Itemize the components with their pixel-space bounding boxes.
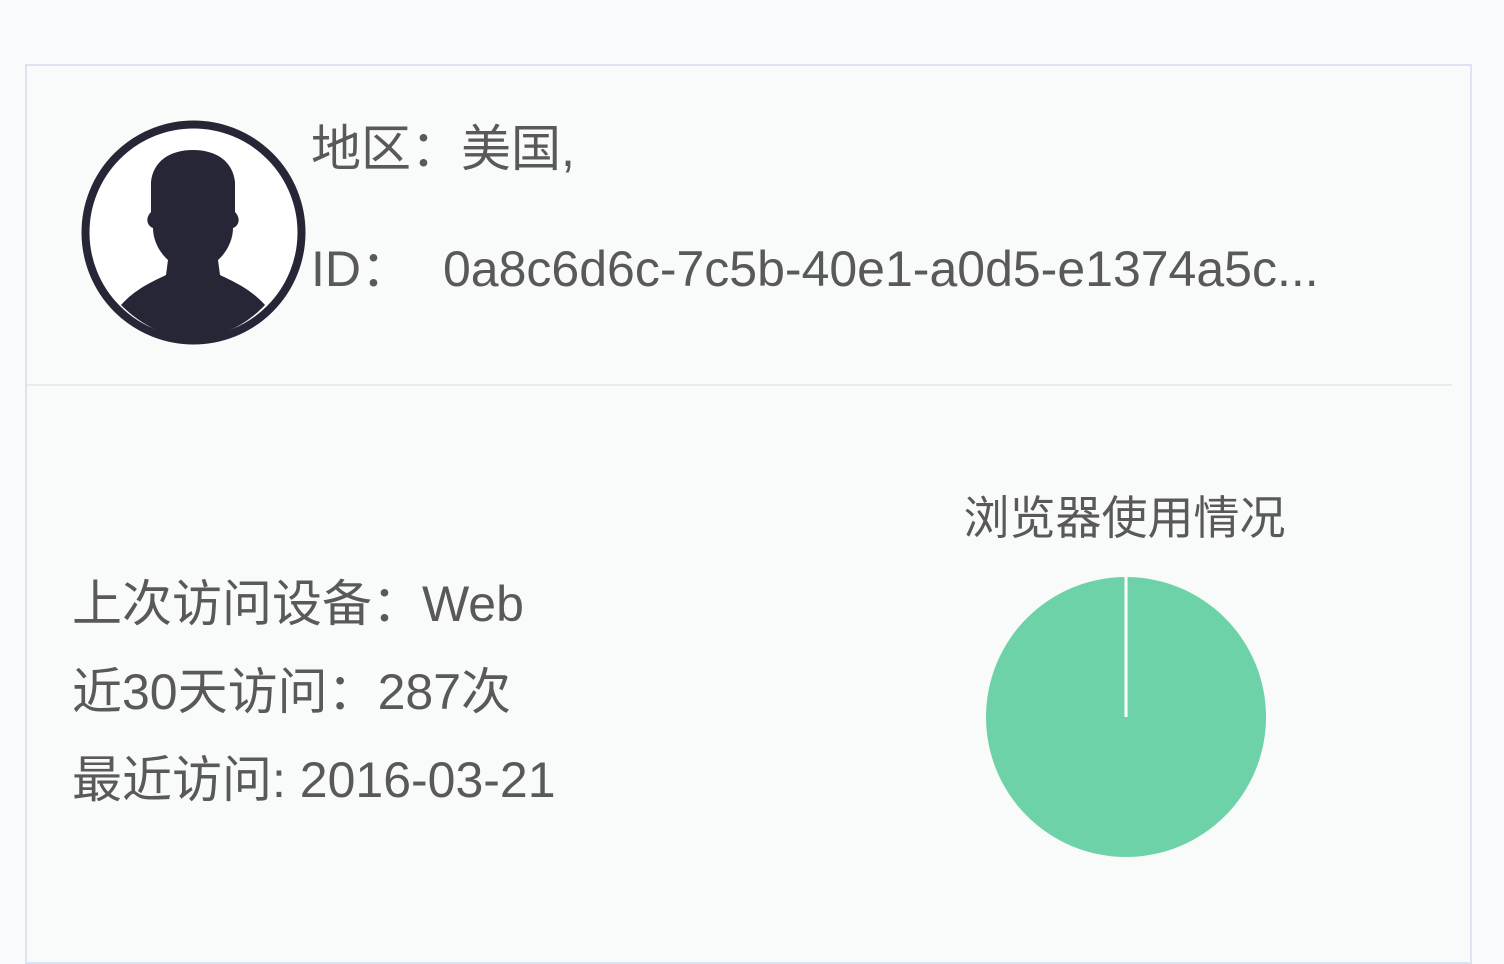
last-visit-text: 最近访问: 2016-03-21 <box>72 752 556 808</box>
avatar <box>81 120 306 345</box>
id-value: 0a8c6d6c-7c5b-40e1-a0d5-e1374a5c... <box>443 244 1319 294</box>
region-label: 地区： <box>311 121 461 177</box>
chart-title: 浏览器使用情况 <box>963 492 1286 544</box>
user-detail-card: 地区：美国, ID： 0a8c6d6c-7c5b-40e1-a0d5-e1374a… <box>25 64 1472 964</box>
region-line: 地区：美国, <box>311 124 575 174</box>
visit-stats: 上次访问设备：Web 近30天访问：287次 最近访问: 2016-03-21 <box>72 560 556 824</box>
browser-usage-pie-chart <box>985 576 1267 858</box>
region-value: 美国, <box>461 121 575 177</box>
id-label: ID： <box>311 241 411 297</box>
last-device-text: 上次访问设备：Web <box>72 576 524 632</box>
visits-30d-text: 近30天访问：287次 <box>72 664 512 720</box>
user-silhouette-icon <box>81 120 306 345</box>
id-line: ID： 0a8c6d6c-7c5b-40e1-a0d5-e1374a5c... <box>311 244 1319 294</box>
divider <box>27 384 1452 386</box>
pie-svg <box>986 577 1266 857</box>
